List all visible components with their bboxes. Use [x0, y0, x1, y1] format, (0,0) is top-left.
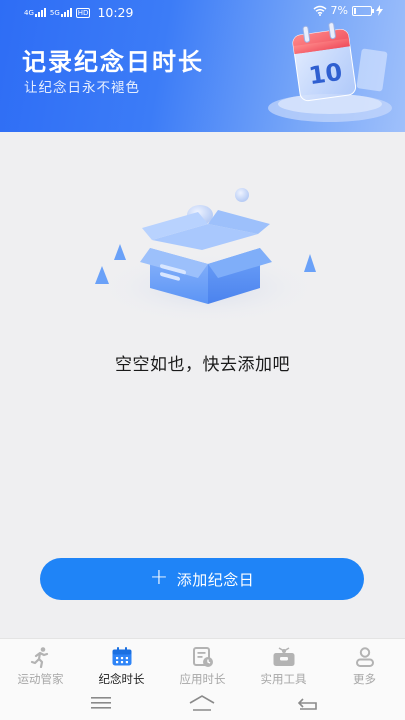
battery-icon	[352, 5, 374, 16]
back-nav-button[interactable]	[288, 692, 328, 714]
status-time: 10:29	[97, 5, 134, 20]
page-subtitle: 让纪念日永不褪色	[24, 80, 140, 96]
tab-label-tools: 实用工具	[260, 672, 307, 686]
tab-label-sports: 运动管家	[17, 672, 64, 686]
calendar-illustration-icon: 10	[268, 22, 392, 122]
charging-icon	[376, 5, 383, 16]
toolbox-icon	[272, 646, 296, 668]
wifi-icon	[313, 5, 327, 16]
network-type-4g: 4G	[24, 8, 34, 17]
back-icon	[297, 698, 317, 710]
network-indicator-2: 5G	[50, 8, 72, 17]
empty-box-illustration	[95, 188, 318, 324]
running-icon	[29, 646, 53, 668]
bottom-tab-bar: 运动管家 纪念时长 应用时长 实用工具 更多	[0, 638, 405, 687]
system-nav-bar	[0, 686, 405, 720]
menu-nav-button[interactable]	[81, 692, 121, 714]
hd-badge: HD	[75, 7, 91, 18]
tab-app-usage[interactable]: 应用时长	[162, 639, 243, 687]
home-nav-button[interactable]	[182, 692, 222, 714]
tab-label-more: 更多	[353, 672, 376, 686]
network-type-5g: 5G	[49, 8, 60, 17]
tab-more[interactable]: 更多	[324, 639, 405, 687]
add-anniversary-label: 添加纪念日	[176, 570, 255, 589]
tab-tools[interactable]: 实用工具	[243, 639, 324, 687]
header-banner: 4G 5G HD 10:29 7% 记录纪念日时长 让纪念日永不褪色 10	[0, 0, 405, 132]
calendar-day-text: 10	[307, 58, 344, 90]
menu-icon	[91, 697, 111, 709]
signal-icon-2	[60, 8, 72, 17]
add-anniversary-button[interactable]: + 添加纪念日	[40, 558, 364, 600]
tab-label-app-usage: 应用时长	[179, 672, 226, 686]
page-title: 记录纪念日时长	[22, 48, 204, 76]
tab-label-anniversary: 纪念时长	[98, 672, 145, 686]
status-left: 4G 5G HD 10:29	[24, 5, 133, 20]
battery-percent: 7%	[330, 4, 348, 17]
empty-state-text: 空空如也，快去添加吧	[115, 355, 290, 375]
plus-icon: +	[149, 565, 169, 590]
status-right: 7%	[313, 4, 383, 17]
app-clock-icon	[191, 646, 215, 668]
home-icon	[189, 695, 215, 711]
person-icon	[353, 646, 377, 668]
calendar-icon	[110, 646, 134, 668]
tab-anniversary[interactable]: 纪念时长	[81, 639, 162, 687]
signal-icon	[34, 8, 46, 17]
tab-sports[interactable]: 运动管家	[0, 639, 81, 687]
network-indicator: 4G	[24, 8, 46, 17]
